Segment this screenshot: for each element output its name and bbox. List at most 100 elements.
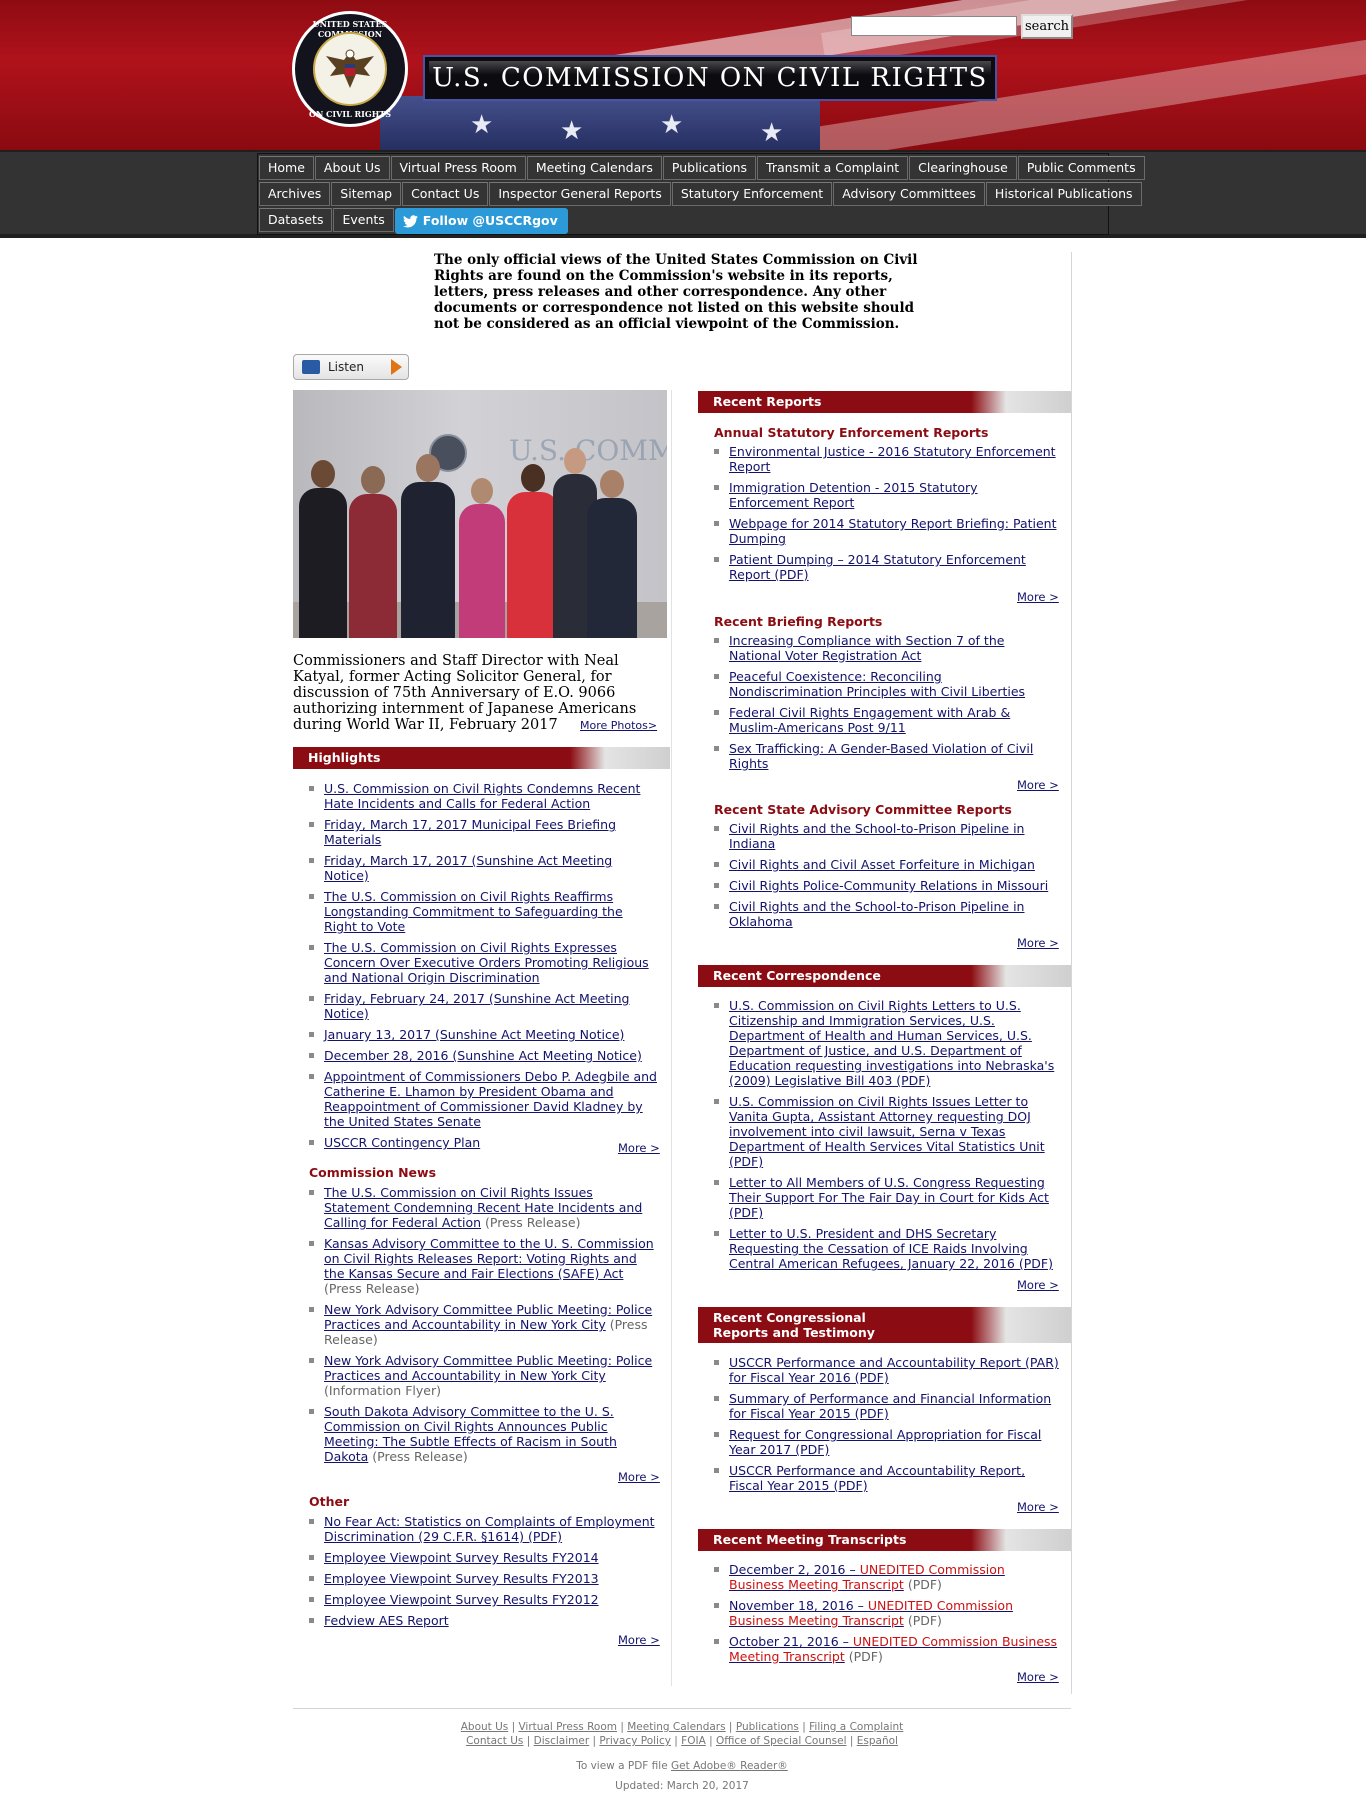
other-link[interactable]: Employee Viewpoint Survey Results FY2014: [324, 1550, 599, 1565]
correspondence-link[interactable]: U.S. Commission on Civil Rights Issues L…: [729, 1094, 1045, 1169]
person: [349, 466, 397, 638]
report-link[interactable]: Immigration Detention - 2015 Statutory E…: [729, 480, 978, 510]
nav-public-comments[interactable]: Public Comments: [1017, 156, 1145, 180]
nav-historical-publications[interactable]: Historical Publications: [985, 182, 1142, 206]
congressional-link[interactable]: USCCR Performance and Accountability Rep…: [729, 1355, 1059, 1385]
transcript-link[interactable]: October 21, 2016 – UNEDITED Commission B…: [729, 1634, 1057, 1664]
star-icon: ★: [760, 118, 784, 148]
congressional-link[interactable]: USCCR Performance and Accountability Rep…: [729, 1463, 1025, 1493]
nav-about-us[interactable]: About Us: [314, 156, 390, 180]
news-link[interactable]: South Dakota Advisory Committee to the U…: [324, 1404, 617, 1464]
nav-advisory-committees[interactable]: Advisory Committees: [833, 182, 985, 206]
state-reports-more-link[interactable]: More >: [1017, 936, 1059, 950]
other-more-link[interactable]: More >: [618, 1633, 660, 1647]
correspondence-link[interactable]: Letter to All Members of U.S. Congress R…: [729, 1175, 1049, 1220]
highlight-link[interactable]: USCCR Contingency Plan: [324, 1135, 480, 1150]
other-link[interactable]: Fedview AES Report: [324, 1613, 449, 1628]
news-link[interactable]: Kansas Advisory Committee to the U. S. C…: [324, 1236, 654, 1281]
footer-disclaimer[interactable]: Disclaimer: [534, 1735, 590, 1747]
list-item: No Fear Act: Statistics on Complaints of…: [309, 1514, 659, 1544]
report-link[interactable]: Civil Rights and Civil Asset Forfeiture …: [729, 857, 1035, 872]
footer-espanol[interactable]: Español: [857, 1735, 898, 1747]
get-adobe-reader-link[interactable]: Get Adobe® Reader®: [671, 1760, 788, 1772]
report-link[interactable]: Federal Civil Rights Engagement with Ara…: [729, 705, 1010, 735]
search-button[interactable]: search: [1021, 14, 1073, 39]
transcript-link[interactable]: December 2, 2016 – UNEDITED Commission B…: [729, 1562, 1005, 1592]
congressional-link[interactable]: Summary of Performance and Financial Inf…: [729, 1391, 1051, 1421]
footer-privacy-policy[interactable]: Privacy Policy: [599, 1735, 671, 1747]
report-link[interactable]: Webpage for 2014 Statutory Report Briefi…: [729, 516, 1057, 546]
nav-archives[interactable]: Archives: [259, 182, 331, 206]
news-note: (Press Release): [324, 1281, 420, 1296]
other-list: No Fear Act: Statistics on Complaints of…: [309, 1514, 659, 1634]
report-link[interactable]: Sex Trafficking: A Gender-Based Violatio…: [729, 741, 1033, 771]
list-item: U.S. Commission on Civil Rights Condemns…: [309, 781, 659, 811]
report-link[interactable]: Civil Rights and the School-to-Prison Pi…: [729, 821, 1024, 851]
commission-news-more-link[interactable]: More >: [618, 1470, 660, 1484]
footer-about-us[interactable]: About Us: [461, 1721, 509, 1733]
highlight-link[interactable]: Friday, February 24, 2017 (Sunshine Act …: [324, 991, 629, 1021]
twitter-follow-button[interactable]: Follow @USCCRgov: [394, 208, 568, 234]
other-link[interactable]: No Fear Act: Statistics on Complaints of…: [324, 1514, 655, 1544]
congressional-more-link[interactable]: More >: [1017, 1500, 1059, 1514]
search-input[interactable]: [851, 16, 1017, 36]
highlights-more-link[interactable]: More >: [618, 1141, 660, 1155]
footer-special-counsel[interactable]: Office of Special Counsel: [716, 1735, 847, 1747]
nav-meeting-calendars[interactable]: Meeting Calendars: [526, 156, 662, 180]
report-link[interactable]: Environmental Justice - 2016 Statutory E…: [729, 444, 1056, 474]
report-link[interactable]: Civil Rights and the School-to-Prison Pi…: [729, 899, 1024, 929]
list-item: Request for Congressional Appropriation …: [714, 1427, 1059, 1457]
report-link[interactable]: Patient Dumping – 2014 Statutory Enforce…: [729, 552, 1026, 582]
annual-reports-more-link[interactable]: More >: [1017, 590, 1059, 604]
commission-seal-logo[interactable]: UNITED STATES COMMISSION ON CIVIL RIGHTS: [292, 11, 408, 127]
report-link[interactable]: Civil Rights Police-Community Relations …: [729, 878, 1048, 893]
highlight-link[interactable]: Appointment of Commissioners Debo P. Ade…: [324, 1069, 657, 1129]
nav-publications[interactable]: Publications: [662, 156, 757, 180]
footer-meeting-calendars[interactable]: Meeting Calendars: [627, 1721, 725, 1733]
correspondence-more-link[interactable]: More >: [1017, 1278, 1059, 1292]
highlight-link[interactable]: The U.S. Commission on Civil Rights Expr…: [324, 940, 649, 985]
recent-correspondence-header: Recent Correspondence: [698, 965, 1071, 987]
highlight-link[interactable]: U.S. Commission on Civil Rights Condemns…: [324, 781, 640, 811]
correspondence-link[interactable]: Letter to U.S. President and DHS Secreta…: [729, 1226, 1053, 1271]
report-link[interactable]: Increasing Compliance with Section 7 of …: [729, 633, 1004, 663]
highlight-link[interactable]: Friday, March 17, 2017 (Sunshine Act Mee…: [324, 853, 612, 883]
nav-sitemap[interactable]: Sitemap: [331, 182, 402, 206]
nav-events[interactable]: Events: [333, 208, 394, 232]
news-link[interactable]: The U.S. Commission on Civil Rights Issu…: [324, 1185, 642, 1230]
news-link[interactable]: New York Advisory Committee Public Meeti…: [324, 1302, 652, 1332]
nav-datasets[interactable]: Datasets: [259, 208, 333, 232]
footer-contact-us[interactable]: Contact Us: [466, 1735, 523, 1747]
correspondence-link[interactable]: U.S. Commission on Civil Rights Letters …: [729, 998, 1054, 1088]
footer-foia[interactable]: FOIA: [681, 1735, 706, 1747]
nav-statutory-enforcement[interactable]: Statutory Enforcement: [671, 182, 833, 206]
transcript-link[interactable]: November 18, 2016 – UNEDITED Commission …: [729, 1598, 1013, 1628]
footer-filing-complaint[interactable]: Filing a Complaint: [809, 1721, 903, 1733]
transcripts-more-link[interactable]: More >: [1017, 1670, 1059, 1684]
star-icon: ★: [560, 116, 584, 146]
report-link[interactable]: Peaceful Coexistence: Reconciling Nondis…: [729, 669, 1025, 699]
other-link[interactable]: Employee Viewpoint Survey Results FY2012: [324, 1592, 599, 1607]
nav-contact-us[interactable]: Contact Us: [402, 182, 489, 206]
news-link[interactable]: New York Advisory Committee Public Meeti…: [324, 1353, 652, 1383]
nav-clearinghouse[interactable]: Clearinghouse: [909, 156, 1017, 180]
highlight-link[interactable]: The U.S. Commission on Civil Rights Reaf…: [324, 889, 623, 934]
twitter-follow-label: Follow @USCCRgov: [422, 213, 558, 228]
nav-home[interactable]: Home: [259, 156, 314, 180]
nav-transmit-complaint[interactable]: Transmit a Complaint: [757, 156, 909, 180]
briefing-reports-more-link[interactable]: More >: [1017, 778, 1059, 792]
highlight-link[interactable]: January 13, 2017 (Sunshine Act Meeting N…: [324, 1027, 624, 1042]
footer-virtual-press-room[interactable]: Virtual Press Room: [518, 1721, 617, 1733]
nav-inspector-general-reports[interactable]: Inspector General Reports: [489, 182, 671, 206]
footer-publications[interactable]: Publications: [736, 1721, 799, 1733]
more-photos-link[interactable]: More Photos>: [580, 719, 657, 732]
nav-virtual-press-room[interactable]: Virtual Press Room: [390, 156, 526, 180]
highlight-link[interactable]: Friday, March 17, 2017 Municipal Fees Br…: [324, 817, 616, 847]
site-title[interactable]: U.S. COMMISSION ON CIVIL RIGHTS: [423, 55, 997, 101]
listen-button[interactable]: Listen: [293, 354, 409, 380]
commissioners-photo[interactable]: U.S. COMMISSION: [293, 390, 667, 638]
other-link[interactable]: Employee Viewpoint Survey Results FY2013: [324, 1571, 599, 1586]
congressional-link[interactable]: Request for Congressional Appropriation …: [729, 1427, 1041, 1457]
news-note: (Press Release): [372, 1449, 468, 1464]
highlight-link[interactable]: December 28, 2016 (Sunshine Act Meeting …: [324, 1048, 642, 1063]
